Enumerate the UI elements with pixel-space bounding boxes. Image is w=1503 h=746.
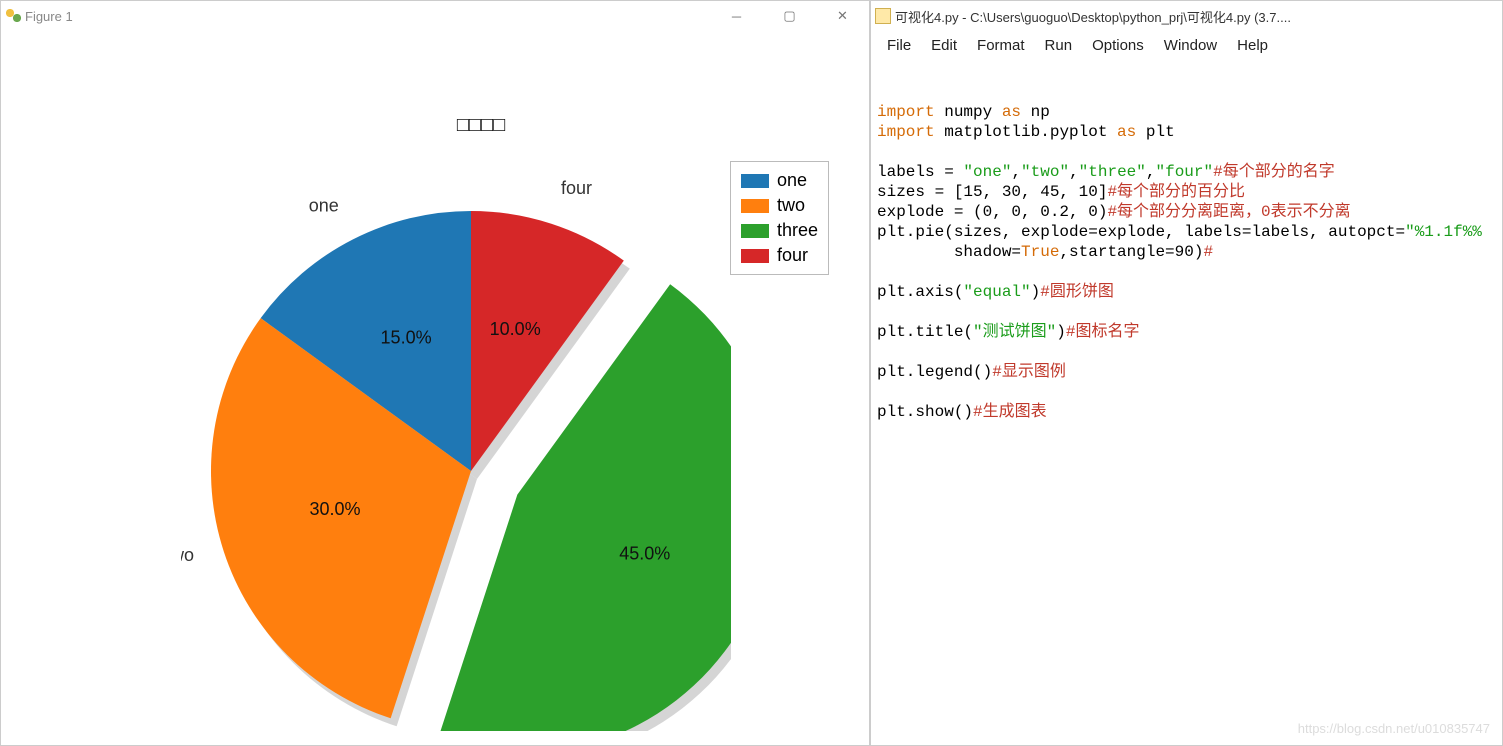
legend-swatch (741, 249, 769, 263)
menu-help[interactable]: Help (1229, 35, 1276, 56)
pct-label-three: 45.0% (619, 544, 670, 564)
figure-titlebar[interactable]: Figure 1 ─ ▢ ✕ (1, 1, 869, 31)
menu-edit[interactable]: Edit (923, 35, 965, 56)
code-line (877, 302, 1496, 322)
pct-label-four: 10.0% (490, 319, 541, 339)
menu-window[interactable]: Window (1156, 35, 1225, 56)
window-controls: ─ ▢ ✕ (714, 2, 865, 30)
slice-label-one: one (309, 196, 339, 216)
code-line: plt.show()#生成图表 (877, 402, 1496, 422)
figure-title: Figure 1 (21, 9, 714, 24)
slice-label-two: two (181, 545, 194, 565)
legend-label: one (777, 170, 807, 191)
pie-svg: □□□□ 15.0%one30.0%two45.0%three10.0%four (181, 91, 731, 731)
pie-slices (211, 211, 731, 731)
code-line: shadow=True,startangle=90)# (877, 242, 1496, 262)
editor-title: 可视化4.py - C:\Users\guoguo\Desktop\python… (891, 7, 1498, 26)
legend-item-three: three (741, 218, 818, 243)
menu-options[interactable]: Options (1084, 35, 1152, 56)
menubar: FileEditFormatRunOptionsWindowHelp (871, 31, 1502, 60)
editor-window: 可视化4.py - C:\Users\guoguo\Desktop\python… (870, 0, 1503, 746)
legend: one two three four (730, 161, 829, 275)
editor-titlebar[interactable]: 可视化4.py - C:\Users\guoguo\Desktop\python… (871, 1, 1502, 31)
menu-format[interactable]: Format (969, 35, 1033, 56)
code-line (877, 342, 1496, 362)
code-line: import matplotlib.pyplot as plt (877, 122, 1496, 142)
maximize-button[interactable]: ▢ (767, 2, 812, 30)
python-file-icon (875, 8, 891, 24)
legend-swatch (741, 224, 769, 238)
close-button[interactable]: ✕ (820, 2, 865, 30)
legend-swatch (741, 199, 769, 213)
code-line (877, 142, 1496, 162)
legend-item-two: two (741, 193, 818, 218)
legend-label: four (777, 245, 808, 266)
minimize-button[interactable]: ─ (714, 2, 759, 30)
code-editor[interactable]: import numpy as npimport matplotlib.pypl… (871, 60, 1502, 745)
watermark: https://blog.csdn.net/u010835747 (1298, 721, 1490, 737)
code-line: plt.pie(sizes, explode=explode, labels=l… (877, 222, 1496, 242)
code-line (877, 382, 1496, 402)
legend-swatch (741, 174, 769, 188)
figure-canvas: □□□□ 15.0% one 30.0% two 45.0% three 10.0% four… (1, 31, 869, 745)
code-line: import numpy as np (877, 102, 1496, 122)
pct-label-one: 15.0% (381, 328, 432, 348)
menu-file[interactable]: File (879, 35, 919, 56)
legend-item-four: four (741, 243, 818, 268)
code-line: explode = (0, 0, 0.2, 0)#每个部分分离距离，0表示不分离 (877, 202, 1496, 222)
legend-label: two (777, 195, 805, 216)
pie-chart: □□□□ 15.0%one30.0%two45.0%three10.0%four (181, 91, 731, 731)
code-line: plt.axis("equal")#圆形饼图 (877, 282, 1496, 302)
pct-label-two: 30.0% (309, 499, 360, 519)
legend-item-one: one (741, 168, 818, 193)
slice-label-four: four (561, 178, 592, 198)
menu-run[interactable]: Run (1037, 35, 1081, 56)
code-line (877, 262, 1496, 282)
legend-label: three (777, 220, 818, 241)
chart-title: □□□□ (457, 114, 505, 136)
code-line: labels = "one","two","three","four"#每个部分… (877, 162, 1496, 182)
code-line: sizes = [15, 30, 45, 10]#每个部分的百分比 (877, 182, 1496, 202)
figure-app-icon (5, 8, 21, 24)
code-line: plt.title("测试饼图")#图标名字 (877, 322, 1496, 342)
code-line: plt.legend()#显示图例 (877, 362, 1496, 382)
figure-window: Figure 1 ─ ▢ ✕ □□□□ 15.0% one 30.0% two 45.0… (0, 0, 870, 746)
